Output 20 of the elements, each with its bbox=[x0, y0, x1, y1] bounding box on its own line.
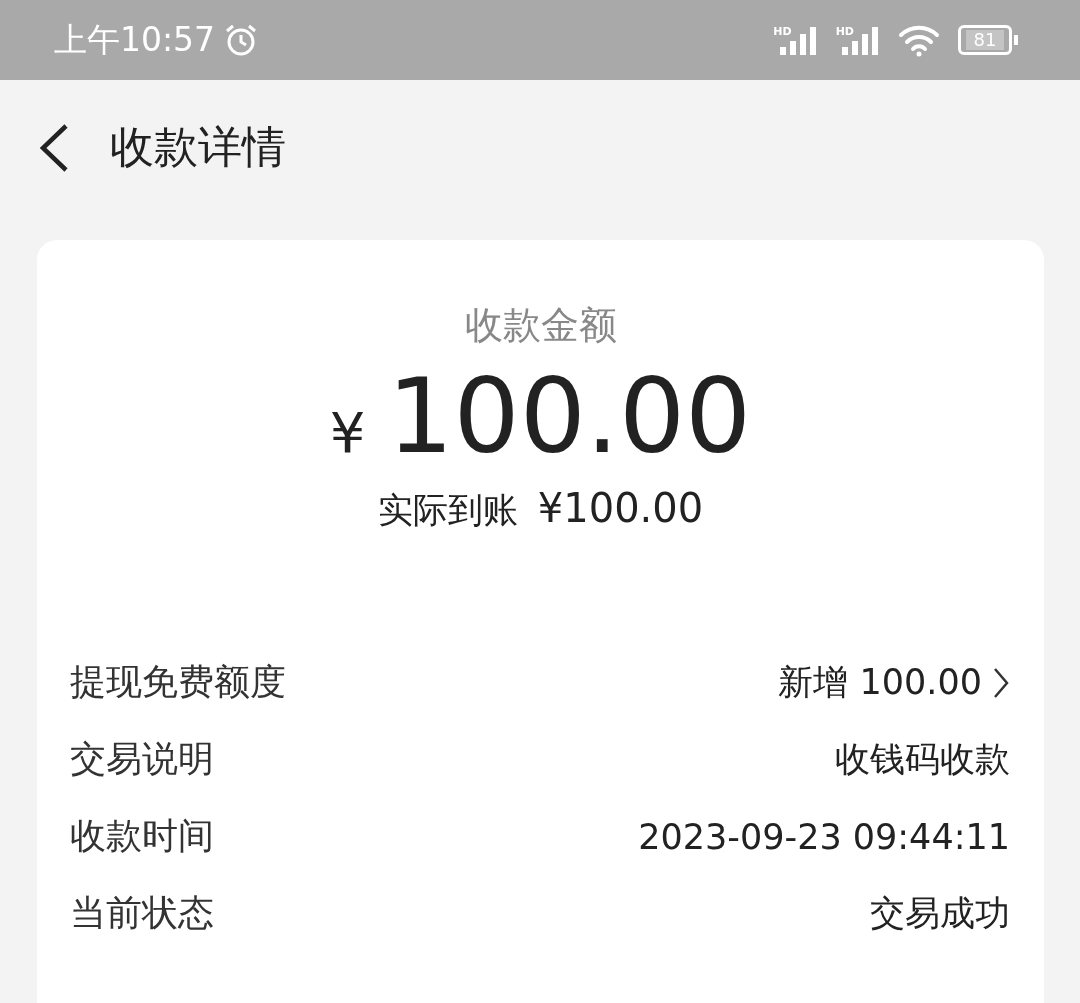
status-time: 上午10:57 bbox=[54, 18, 216, 61]
received-label: 实际到账 bbox=[377, 489, 518, 533]
row-value: 收钱码收款 bbox=[835, 738, 1010, 782]
row-label: 交易说明 bbox=[70, 737, 215, 782]
battery-level-text: 81 bbox=[965, 30, 1005, 50]
row-value: 交易成功 bbox=[870, 892, 1010, 936]
amount-label: 收款金额 bbox=[463, 302, 618, 349]
network-type-label: HD bbox=[835, 25, 854, 38]
back-icon[interactable] bbox=[38, 122, 70, 173]
wifi-icon bbox=[898, 23, 940, 57]
page-title: 收款详情 bbox=[110, 120, 286, 174]
amount-value: 100.00 bbox=[387, 359, 752, 474]
network-type-label: HD bbox=[773, 25, 792, 38]
received-amount: ¥100.00 bbox=[537, 485, 704, 532]
row-label: 当前状态 bbox=[70, 891, 215, 936]
row-value: 2023-09-23 09:44:11 bbox=[638, 816, 1010, 857]
row-link[interactable]: 新增 100.00 bbox=[778, 659, 982, 707]
currency-symbol: ¥ bbox=[329, 400, 366, 465]
row-label: 提现免费额度 bbox=[70, 660, 287, 705]
row-label: 收款时间 bbox=[70, 814, 215, 859]
